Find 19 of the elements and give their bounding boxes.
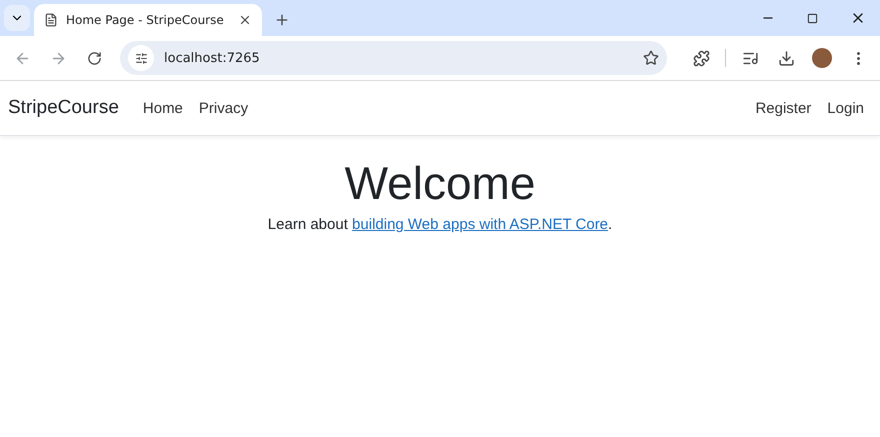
new-tab-icon[interactable] <box>274 12 290 28</box>
nav-link[interactable]: Privacy <box>190 92 256 124</box>
brand-link[interactable]: StripeCourse <box>8 97 119 119</box>
star-icon[interactable] <box>643 50 659 66</box>
avatar-icon[interactable] <box>812 48 832 68</box>
page-heading: Welcome <box>344 156 536 210</box>
page-icon <box>44 13 58 27</box>
lead-sentence: Learn about building Web apps with ASP.NET Core. <box>266 216 614 233</box>
close-icon[interactable] <box>238 13 252 27</box>
address-bar[interactable]: localhost:7265 <box>120 41 667 75</box>
browser-tab[interactable]: Home Page - StripeCourse <box>34 4 262 36</box>
tab-search-button[interactable] <box>4 5 30 31</box>
docs-link[interactable]: building Web apps with ASP.NET Core <box>352 216 608 233</box>
nav-link[interactable]: Home <box>134 92 191 124</box>
nav-link[interactable]: Login <box>819 92 872 124</box>
site-settings-icon[interactable] <box>128 45 154 71</box>
tab-title: Home Page - StripeCourse <box>66 13 225 27</box>
nav-link[interactable]: Register <box>747 92 820 124</box>
url-text: localhost:7265 <box>164 50 261 66</box>
